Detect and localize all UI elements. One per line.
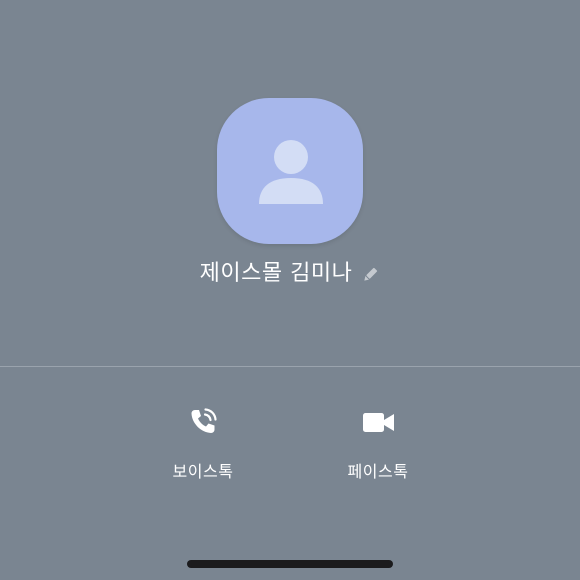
video-camera-icon bbox=[360, 404, 396, 440]
voicetalk-label: 보이스톡 bbox=[172, 462, 234, 481]
home-indicator[interactable] bbox=[187, 560, 393, 568]
profile-screen: 제이스몰 김미나 보이스톡 페이스톡 bbox=[0, 0, 580, 580]
facetalk-label: 페이스톡 bbox=[347, 462, 409, 481]
contact-name: 제이스몰 김미나 bbox=[199, 261, 353, 286]
person-icon bbox=[259, 140, 323, 204]
contact-name-row: 제이스몰 김미나 bbox=[0, 256, 580, 292]
divider bbox=[0, 366, 580, 367]
avatar[interactable] bbox=[217, 98, 363, 244]
phone-ringing-icon bbox=[185, 404, 221, 440]
facetalk-button[interactable]: 페이스톡 bbox=[318, 400, 438, 490]
pencil-icon[interactable] bbox=[360, 265, 380, 285]
voicetalk-button[interactable]: 보이스톡 bbox=[143, 400, 263, 490]
